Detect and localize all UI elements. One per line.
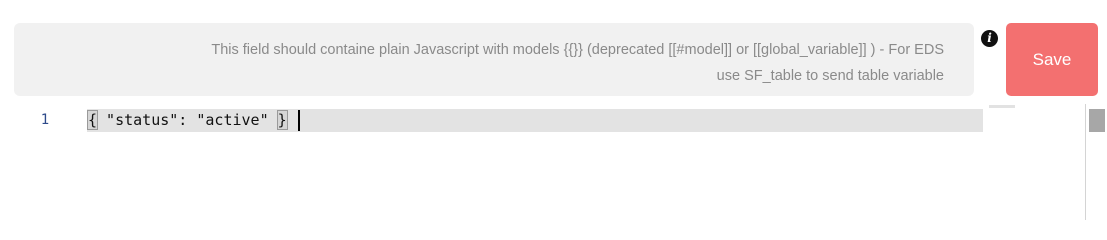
code-line-body: "status": "active" (97, 111, 278, 129)
scrollbar-thumb[interactable] (1089, 109, 1105, 132)
save-button[interactable]: Save (1006, 23, 1098, 96)
help-text-line-2: use SF_table to send table variable (716, 68, 944, 84)
help-text-line-1: This field should containe plain Javascr… (211, 42, 944, 58)
help-text-box: This field should containe plain Javascr… (14, 23, 974, 96)
matching-bracket-open: { (86, 110, 99, 130)
code-editor[interactable]: 1 { "status": "active" } (0, 104, 1085, 220)
line-number: 1 (40, 112, 50, 128)
minimap-preview[interactable] (989, 105, 1015, 108)
text-cursor (298, 110, 300, 131)
code-line-active[interactable]: { "status": "active" } (86, 109, 983, 132)
code-line-text[interactable]: { "status": "active" } (86, 109, 288, 132)
code-field-panel: This field should containe plain Javascr… (0, 0, 1107, 220)
info-icon[interactable]: i (981, 30, 998, 47)
matching-bracket-close: } (276, 110, 288, 130)
vertical-scrollbar[interactable] (1085, 104, 1107, 220)
